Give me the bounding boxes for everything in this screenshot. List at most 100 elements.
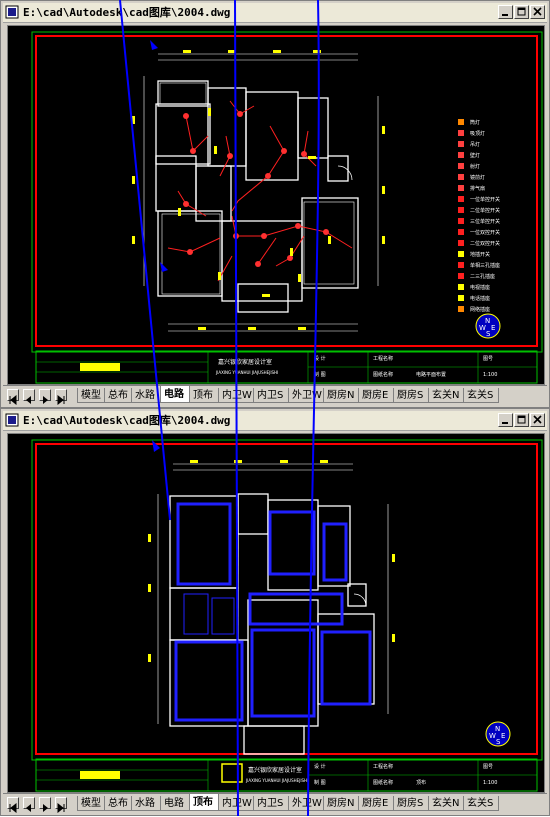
layout-tab[interactable]: 内卫S xyxy=(253,796,289,811)
layout-tab[interactable]: 厨房S xyxy=(393,796,429,811)
layout-tab[interactable]: 电路 xyxy=(160,796,190,811)
legend-label: 壁灯 xyxy=(470,152,480,159)
north-arrow-compass: N E S W xyxy=(485,721,511,747)
next-arrow-icon xyxy=(43,396,48,404)
layout-tab[interactable]: 总布 xyxy=(104,388,132,403)
minimize-button[interactable] xyxy=(498,413,513,427)
drawing-canvas[interactable]: 筒灯 吸顶灯 吊灯 壁灯 射灯 镜前灯 排气扇 一位单控开关 二位单控开关 三位单控开关 一位双控开… xyxy=(7,25,545,385)
first-tab-button[interactable] xyxy=(7,797,19,814)
drawing-canvas[interactable]: N E S W 嘉兴银欣家居设计室 JIAXING YUANHUI JIAJUS… xyxy=(7,433,545,793)
drawn-label: 制 图 xyxy=(314,371,326,378)
legend-label: 网络插座 xyxy=(470,306,490,313)
legend-label: 地插开关 xyxy=(470,251,490,258)
layout-tab[interactable]: 厨房E xyxy=(358,796,394,811)
prev-arrow-icon xyxy=(26,804,31,812)
title-bar: E:\cad\Autodesk\cad图库\2004.dwg xyxy=(3,411,547,431)
drawing-name: 电路平面布置 xyxy=(416,371,446,378)
last-tab-button[interactable] xyxy=(55,389,67,406)
layout-tabs: 模型 总布 水路 电路 顶布 内卫W 内卫S 外卫W 厨房N 厨房E 厨房S 玄关N 玄关S xyxy=(77,386,547,405)
legend-symbol xyxy=(458,141,464,147)
legend-label: 二三孔插座 xyxy=(470,273,495,280)
last-tab-button[interactable] xyxy=(55,797,67,814)
legend-symbol xyxy=(458,229,464,235)
layout-tab[interactable]: 内卫W xyxy=(218,388,254,403)
legend-label: 吸顶灯 xyxy=(470,130,485,137)
svg-text:E: E xyxy=(501,732,505,740)
legend-label: 一位双控开关 xyxy=(470,229,500,236)
legend-symbol xyxy=(458,152,464,158)
last-arrow-icon xyxy=(57,802,65,814)
legend-label: 电视插座 xyxy=(470,284,490,291)
layout-tab[interactable]: 玄关S xyxy=(463,388,499,403)
maximize-button[interactable] xyxy=(514,413,529,427)
layout-tab[interactable]: 厨房N xyxy=(323,796,359,811)
layout-tab[interactable]: 水路 xyxy=(131,796,161,811)
company-name: 嘉兴银欣家居设计室 xyxy=(218,358,272,366)
legend-symbol xyxy=(458,207,464,213)
legend-symbol xyxy=(458,119,464,125)
layout-tab[interactable]: 内卫W xyxy=(218,796,254,811)
cad-window-ceiling: E:\cad\Autodesk\cad图库\2004.dwg N E S W 嘉… xyxy=(0,408,550,816)
legend-symbol xyxy=(458,185,464,191)
layout-tab[interactable]: 外卫W xyxy=(288,388,324,403)
maximize-icon xyxy=(517,415,526,424)
layout-tab[interactable]: 玄关S xyxy=(463,796,499,811)
drawn-label: 制 图 xyxy=(314,779,326,786)
next-tab-button[interactable] xyxy=(39,797,51,812)
prev-tab-button[interactable] xyxy=(23,797,35,812)
last-arrow-icon xyxy=(57,394,65,406)
company-name-en: JIAXING YUANHUI JIAJUSHEJISHI xyxy=(245,778,308,783)
layout-tab[interactable]: 内卫S xyxy=(253,388,289,403)
legend-symbol xyxy=(458,262,464,268)
title-block: 嘉兴银欣家居设计室 JIAXING YUANHUI JIAJUSHEJISHI … xyxy=(35,350,538,384)
close-button[interactable] xyxy=(530,5,545,19)
next-tab-button[interactable] xyxy=(39,389,51,404)
scale-text: 1:100 xyxy=(483,780,497,786)
layout-tab[interactable]: 电路 xyxy=(160,386,190,403)
svg-text:S: S xyxy=(496,738,501,746)
legend-label: 电话插座 xyxy=(470,295,490,302)
layout-tab[interactable]: 玄关N xyxy=(428,796,464,811)
maximize-button[interactable] xyxy=(514,5,529,19)
close-button[interactable] xyxy=(530,413,545,427)
svg-text:E: E xyxy=(491,324,495,332)
legend-symbol xyxy=(458,273,464,279)
project-label: 工程名称 xyxy=(373,763,393,770)
cad-window-electrical: E:\cad\Autodesk\cad图库\2004.dwg 筒灯 吸顶灯 吊灯… xyxy=(0,0,550,408)
prev-tab-button[interactable] xyxy=(23,389,35,404)
legend-label: 二位双控开关 xyxy=(470,240,500,247)
minimize-button[interactable] xyxy=(498,5,513,19)
layout-tab[interactable]: 模型 xyxy=(77,796,105,811)
drawing-name: 顶布 xyxy=(416,779,426,786)
sheet-label: 图号 xyxy=(483,764,493,770)
layout-tab[interactable]: 厨房E xyxy=(358,388,394,403)
drawing-file-icon xyxy=(5,5,19,19)
legend-symbol xyxy=(458,218,464,224)
layout-tab[interactable]: 厨房N xyxy=(323,388,359,403)
first-tab-button[interactable] xyxy=(7,389,19,406)
legend-symbol xyxy=(458,240,464,246)
layout-tab[interactable]: 总布 xyxy=(104,796,132,811)
layout-tab[interactable]: 顶布 xyxy=(189,794,219,811)
layout-tabs: 模型 总布 水路 电路 顶布 内卫W 内卫S 外卫W 厨房N 厨房E 厨房S 玄关N 玄关S xyxy=(77,794,547,813)
layout-tab[interactable]: 厨房S xyxy=(393,388,429,403)
floor-plan-ceiling: N E S W 嘉兴银欣家居设计室 JIAXING YUANHUI JIAJUS… xyxy=(31,439,543,792)
legend-label: 镜前灯 xyxy=(470,174,485,181)
layout-tab-bar: 模型 总布 水路 电路 顶布 内卫W 内卫S 外卫W 厨房N 厨房E 厨房S 玄关N 玄关S xyxy=(3,793,547,814)
next-arrow-icon xyxy=(43,804,48,812)
legend-symbol xyxy=(458,163,464,169)
legend: 筒灯吸顶灯吊灯壁灯射灯镜前灯排气扇一位单控开关二位单控开关三位单控开关一位双控开… xyxy=(458,119,500,313)
legend-label: 吊灯 xyxy=(470,141,480,148)
legend-label: 一位单控开关 xyxy=(470,196,500,203)
legend-label: 射灯 xyxy=(470,163,480,170)
layout-tab[interactable]: 玄关N xyxy=(428,388,464,403)
layout-tab-bar: 模型 总布 水路 电路 顶布 内卫W 内卫S 外卫W 厨房N 厨房E 厨房S 玄关N 玄关S xyxy=(3,385,547,406)
layout-tab[interactable]: 水路 xyxy=(131,388,161,403)
layout-tab[interactable]: 模型 xyxy=(77,388,105,403)
legend-symbol xyxy=(458,284,464,290)
window-title: E:\cad\Autodesk\cad图库\2004.dwg xyxy=(23,6,231,19)
svg-text:S: S xyxy=(486,330,491,338)
layout-tab[interactable]: 外卫W xyxy=(288,796,324,811)
svg-text:W: W xyxy=(479,324,486,332)
layout-tab[interactable]: 顶布 xyxy=(189,388,219,403)
